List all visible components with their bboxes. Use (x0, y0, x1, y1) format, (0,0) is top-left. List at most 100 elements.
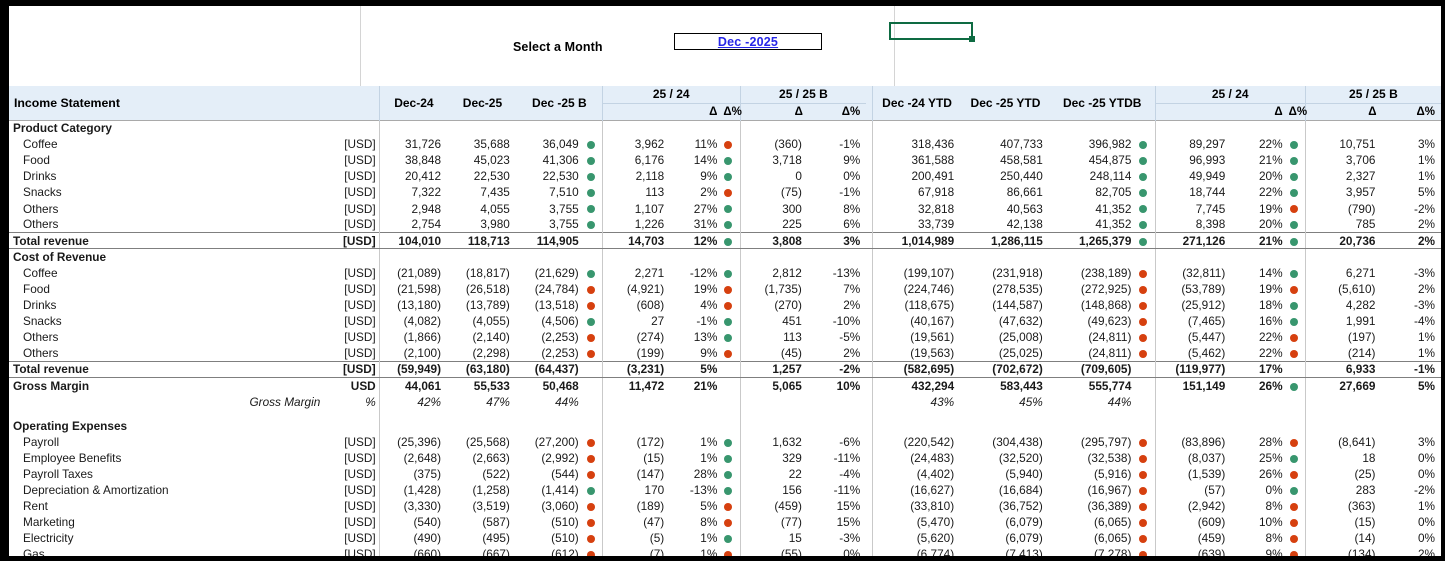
cell-dec25-ytd: (5,940) (961, 466, 1050, 482)
status-dot-ytdb (1138, 233, 1155, 249)
status-dot-green-icon (724, 270, 732, 278)
col-header-dec25-ytd[interactable]: Dec -25 YTD (961, 86, 1050, 120)
status-dot-red-icon (1139, 439, 1147, 447)
cell-dec24: (2,100) (379, 345, 448, 361)
cell-dec25-ytd: 86,661 (961, 184, 1050, 200)
cell-delta-pct-25-24: 2% (671, 184, 723, 200)
cell-ytd-delta-25-24: (459) (1155, 530, 1232, 546)
table-row: Drinks[USD]20,41222,53022,5302,1189%00%2… (9, 168, 1441, 184)
empty-cell (1382, 120, 1441, 136)
table-row: Employee Benefits[USD](2,648)(2,663)(2,9… (9, 450, 1441, 466)
cell-delta-pct-25-24: 11% (671, 136, 723, 152)
status-dot-dec25b (586, 200, 603, 216)
cell-delta-25-24: 6,176 (602, 152, 671, 168)
cell-delta-25-25b: 3,808 (740, 233, 809, 249)
row-label: Others (9, 200, 332, 216)
status-dot-red-icon (587, 334, 595, 342)
cell-ytd-delta-pct-25-24: 18% (1232, 297, 1288, 313)
status-dot-ytd-25-24 (1289, 297, 1306, 313)
cell-dec25b: (4,506) (517, 313, 586, 329)
status-dot-ytd-25-24 (1289, 168, 1306, 184)
cell-ytd-delta-pct-25-25b: -3% (1382, 265, 1441, 281)
status-dot-ytdb (1138, 530, 1155, 546)
status-dot-red-icon (1139, 350, 1147, 358)
cell-dec25: 4,055 (448, 200, 517, 216)
status-dot-green-icon (1139, 238, 1147, 246)
status-dot-ytd-25-24 (1289, 361, 1306, 377)
cell-dec25b: 7,510 (517, 184, 586, 200)
cell-delta-25-24: (47) (602, 514, 671, 530)
empty-cell (1155, 120, 1232, 136)
cell-delta-pct-25-25b: -11% (809, 450, 866, 466)
cell-dec25-ytd: (36,752) (961, 498, 1050, 514)
empty-cell (1138, 249, 1155, 265)
empty-cell (379, 120, 448, 136)
status-dot-dec25b (586, 217, 603, 233)
status-dot-red-icon (1290, 551, 1298, 556)
cell-delta-25-25b: 329 (740, 450, 809, 466)
status-dot-red-icon (724, 519, 732, 527)
cell-dec25-ytdb: (709,605) (1050, 361, 1139, 377)
col-header-dec25[interactable]: Dec-25 (448, 86, 517, 120)
cell-ytd-delta-pct-25-24: 21% (1232, 233, 1288, 249)
status-dot-25-24 (723, 297, 740, 313)
empty-cell (517, 120, 586, 136)
cell-dec25b: (544) (517, 466, 586, 482)
status-dot-green-icon (724, 238, 732, 246)
empty-cell (1305, 120, 1382, 136)
cell-delta-pct-25-25b: -2% (809, 361, 866, 377)
status-dot-red-icon (1290, 286, 1298, 294)
gross-margin-unit: USD (332, 378, 379, 394)
cell-ytd-delta-pct-25-24: 0% (1232, 482, 1288, 498)
row-unit: [USD] (332, 514, 379, 530)
status-dot-green-icon (724, 173, 732, 181)
section-header-row: Cost of Revenue (9, 249, 1441, 265)
col-header-dec24[interactable]: Dec-24 (379, 86, 448, 120)
gm-pct-ytd-dec24: 43% (873, 394, 962, 410)
cell-delta-pct-25-24: 1% (671, 530, 723, 546)
unit-header (332, 86, 379, 120)
cell-delta-pct-25-25b: 0% (809, 546, 866, 556)
col-header-ytd-delta-b: Δ (1305, 103, 1382, 120)
cell-ytd-delta-25-25b: (790) (1305, 200, 1382, 216)
spreadsheet-canvas[interactable]: Select a Month Dec -2025 Income Statemen… (9, 6, 1441, 556)
status-dot-ytdb (1138, 200, 1155, 216)
cell-dec25-ytdb: (16,967) (1050, 482, 1139, 498)
cell-dec25-ytdb: 454,875 (1050, 152, 1139, 168)
empty-cell (1305, 418, 1382, 434)
status-dot-green-icon (1139, 221, 1147, 229)
status-dot-25-24 (723, 546, 740, 556)
status-dot-ytdb (1138, 265, 1155, 281)
empty-cell (332, 249, 379, 265)
month-selector[interactable]: Dec -2025 (674, 33, 822, 50)
row-label: Total revenue (9, 233, 332, 249)
cell-delta-25-25b: (55) (740, 546, 809, 556)
cell-ytd-delta-25-24: (8,037) (1155, 450, 1232, 466)
cell-delta-25-24: (172) (602, 434, 671, 450)
table-row: Others[USD]2,7543,9803,7551,22631%2256%3… (9, 217, 1441, 233)
cell-dec24: (2,648) (379, 450, 448, 466)
cell-delta-25-25b: 113 (740, 329, 809, 345)
empty-cell (517, 249, 586, 265)
gm-ytd-delta-25-25b: 27,669 (1305, 378, 1382, 394)
cell-dec25: (3,519) (448, 498, 517, 514)
col-header-dec24-ytd[interactable]: Dec -24 YTD (873, 86, 962, 120)
row-label: Gas (9, 546, 332, 556)
active-cell-selection[interactable] (889, 22, 973, 40)
empty-cell (1155, 249, 1232, 265)
row-unit: [USD] (332, 466, 379, 482)
cell-ytd-delta-pct-25-25b: 3% (1382, 434, 1441, 450)
row-unit: [USD] (332, 345, 379, 361)
group-header-25-24: 25 / 24 (602, 86, 740, 103)
status-dot-ytd-25-24 (1289, 434, 1306, 450)
cell-delta-25-25b: 156 (740, 482, 809, 498)
empty-cell (1289, 410, 1306, 418)
cell-dec25: (4,055) (448, 313, 517, 329)
cell-dec24: (540) (379, 514, 448, 530)
empty-cell (379, 249, 448, 265)
group-header-ytd-25-25b: 25 / 25 B (1305, 86, 1441, 103)
fill-handle[interactable] (969, 36, 975, 42)
col-header-dec25-ytdb[interactable]: Dec -25 YTDB (1050, 86, 1155, 120)
col-header-dec25b[interactable]: Dec -25 B (517, 86, 603, 120)
status-dot-25-24 (723, 345, 740, 361)
